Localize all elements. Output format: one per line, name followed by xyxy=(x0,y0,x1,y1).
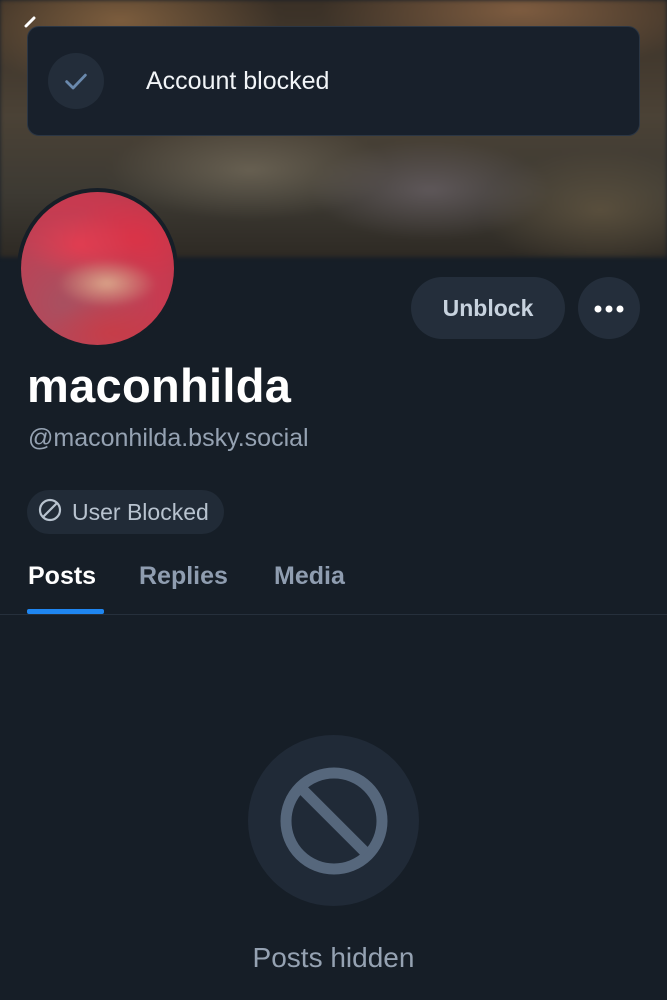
status-badge-label: User Blocked xyxy=(72,498,209,525)
avatar[interactable] xyxy=(17,188,178,349)
toast-notification: Account blocked xyxy=(27,26,640,136)
tab-media[interactable]: Media xyxy=(274,556,345,615)
empty-state-message: Posts hidden xyxy=(252,942,415,973)
tab-posts[interactable]: Posts xyxy=(28,556,96,615)
more-icon xyxy=(594,301,624,316)
status-badge: User Blocked xyxy=(27,490,224,534)
toast-message: Account blocked xyxy=(146,66,330,95)
block-icon xyxy=(38,498,62,527)
profile-handle: @maconhilda.bsky.social xyxy=(28,424,309,452)
tab-replies[interactable]: Replies xyxy=(139,556,228,615)
active-tab-indicator xyxy=(27,609,104,614)
checkmark-icon xyxy=(48,53,104,109)
profile-tabs: Posts Replies Media xyxy=(0,556,667,615)
unblock-button[interactable]: Unblock xyxy=(411,277,565,339)
display-name: maconhilda xyxy=(27,359,292,412)
block-icon xyxy=(248,735,419,906)
more-options-button[interactable] xyxy=(578,277,640,339)
